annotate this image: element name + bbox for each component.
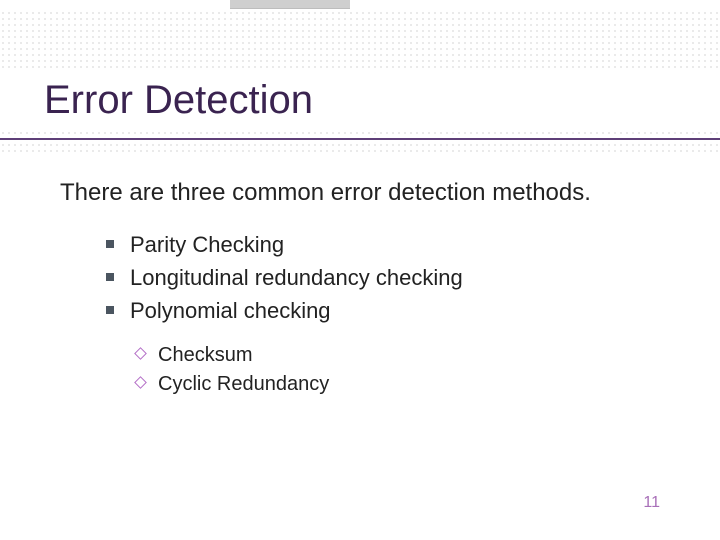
list-item-label: Cyclic Redundancy: [158, 373, 329, 395]
list-item-label: Polynomial checking: [130, 298, 331, 323]
list-item: Parity Checking: [106, 228, 660, 261]
list-item-label: Longitudinal redundancy checking: [130, 265, 463, 290]
square-bullet-icon: [106, 273, 114, 281]
list-item: Polynomial checking: [106, 294, 660, 327]
list-item-label: Parity Checking: [130, 232, 284, 257]
decorative-dots-lower: [0, 130, 720, 156]
square-bullet-icon: [106, 306, 114, 314]
title-underline: [0, 138, 720, 140]
list-item: Longitudinal redundancy checking: [106, 261, 660, 294]
list-item-label: Checksum: [158, 344, 252, 366]
lead-text: There are three common error detection m…: [60, 178, 660, 208]
page-number: 11: [643, 494, 660, 512]
list-item: Cyclic Redundancy: [136, 370, 660, 399]
square-bullet-icon: [106, 240, 114, 248]
diamond-bullet-icon: [134, 347, 147, 360]
diamond-bullet-icon: [134, 376, 147, 389]
list-item: Checksum: [136, 341, 660, 370]
decorative-top-block: [230, 0, 350, 9]
decorative-dots-upper: [0, 10, 720, 70]
slide-title: Error Detection: [44, 78, 313, 123]
slide: Error Detection There are three common e…: [0, 0, 720, 540]
methods-list: Parity Checking Longitudinal redundancy …: [106, 228, 660, 327]
slide-body: There are three common error detection m…: [60, 178, 660, 399]
subitems-list: Checksum Cyclic Redundancy: [136, 341, 660, 399]
